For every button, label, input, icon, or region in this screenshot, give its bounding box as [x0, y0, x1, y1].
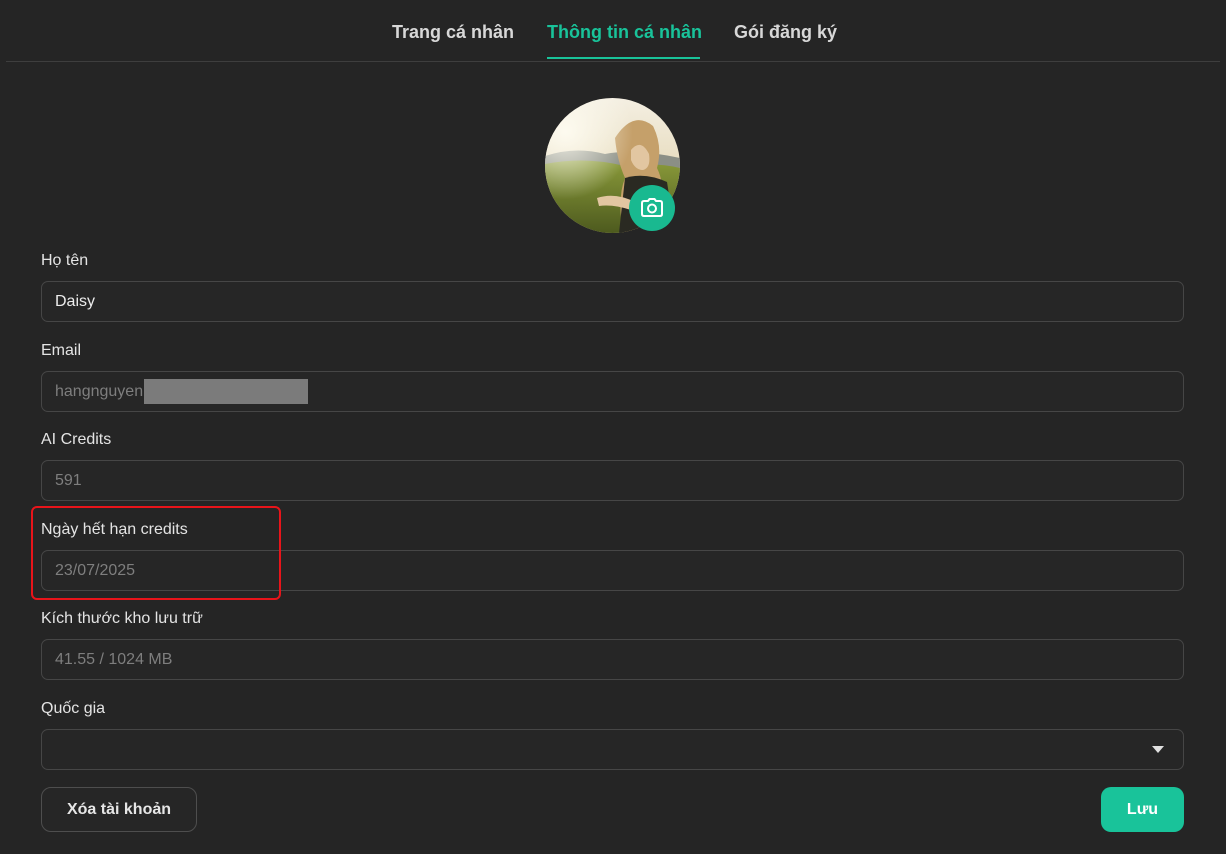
delete-account-button[interactable]: Xóa tài khoản	[41, 787, 197, 832]
email-redaction	[144, 379, 309, 404]
country-select[interactable]	[41, 729, 1184, 770]
credits-field: 591	[41, 460, 1184, 501]
credits-label: AI Credits	[41, 431, 112, 448]
email-label: Email	[41, 342, 82, 359]
tab-profile[interactable]: Trang cá nhân	[392, 22, 514, 43]
highlight-annotation	[31, 506, 281, 600]
country-label: Quốc gia	[41, 700, 106, 717]
storage-label: Kích thước kho lưu trữ	[41, 610, 203, 627]
tab-personal-info[interactable]: Thông tin cá nhân	[547, 22, 702, 43]
chevron-down-icon	[1152, 746, 1164, 753]
camera-icon	[641, 198, 663, 217]
active-tab-indicator	[547, 57, 700, 59]
email-field: hangnguyen	[41, 371, 1184, 412]
email-value: hangnguyen	[55, 382, 144, 400]
save-button[interactable]: Lưu	[1101, 787, 1184, 832]
name-input[interactable]: Daisy	[41, 281, 1184, 322]
change-avatar-button[interactable]	[629, 185, 675, 231]
storage-field: 41.55 / 1024 MB	[41, 639, 1184, 680]
name-value: Daisy	[55, 292, 96, 310]
storage-value: 41.55 / 1024 MB	[55, 650, 173, 668]
credits-value: 591	[55, 471, 82, 489]
tab-subscription[interactable]: Gói đăng ký	[734, 22, 837, 43]
profile-page: Trang cá nhân Thông tin cá nhân Gói đăng…	[0, 0, 1226, 854]
tab-bar: Trang cá nhân Thông tin cá nhân Gói đăng…	[6, 0, 1220, 62]
name-label: Họ tên	[41, 252, 89, 269]
